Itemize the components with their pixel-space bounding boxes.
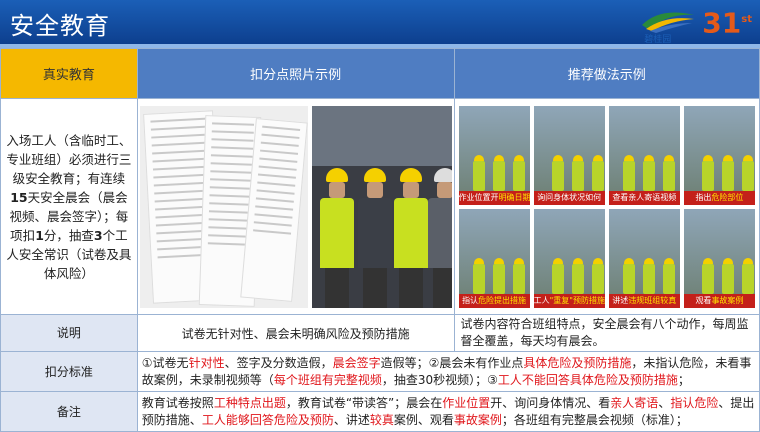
deduction-photos-cell: [136, 98, 455, 315]
criteria-text: ①试卷无针对性、签字及分数造假，晨会签字造假等；②晨会未有作业点具体危险及预防措…: [136, 351, 760, 392]
explain-deduction-text: 试卷无针对性、晨会未明确风险及预防措施: [136, 314, 455, 352]
exam-paper-photo: [139, 105, 308, 308]
col-header-deduction-photos: 扣分点照片示例: [136, 48, 455, 99]
logo-number: 31st: [702, 6, 752, 40]
explain-recommend-text: 试卷内容符合班组特点，安全晨会有八个动作，每周监督全覆盖，每天均有晨会。: [453, 314, 760, 352]
remark-label: 备注: [0, 391, 138, 432]
explain-label: 说明: [0, 314, 138, 352]
intro-cell: 入场工人（含临时工、专业班组）必须进行三级安全教育；有连续15天安全晨会（晨会视…: [0, 98, 138, 315]
logo-swoosh-icon: 碧桂园: [640, 7, 696, 45]
explain-row: 说明 试卷无针对性、晨会未明确风险及预防措施 试卷内容符合班组特点，安全晨会有八…: [0, 314, 760, 352]
recommend-tile-caption: 指出危险部位: [683, 190, 755, 205]
examples-row: 入场工人（含临时工、专业班组）必须进行三级安全教育；有连续15天安全晨会（晨会视…: [0, 98, 760, 315]
col-header-recommended: 推荐做法示例: [453, 48, 760, 99]
recommend-tile-caption: 作业位置开明确日期: [458, 190, 530, 205]
recommend-tile-caption: 查看亲人寄语视频: [608, 190, 680, 205]
education-table: 真实教育 扣分点照片示例 推荐做法示例 入场工人（含临时工、专业班组）必须进行三…: [0, 48, 760, 432]
col-header-real-education: 真实教育: [0, 48, 138, 99]
recommend-photo-tile: 指认危险提出措施: [458, 208, 530, 308]
recommended-photos-cell: 作业位置开明确日期 询问身体状况如何 查看亲人寄语视频 指出危险部位指认危险提出措施工…: [453, 98, 760, 315]
recommend-tile-caption: 询问身体状况如何: [533, 190, 605, 205]
header-bar: 安全教育 碧桂园 31st: [0, 0, 760, 45]
recommend-photo-tile: 指出危险部位: [683, 105, 755, 205]
company-logo: 碧桂园 31st: [640, 4, 752, 45]
morning-meeting-video-photo: [311, 105, 452, 308]
recommend-photo-tile: 查看亲人寄语视频: [608, 105, 680, 205]
recommend-tile-caption: 工人"重复"预防措施: [533, 293, 605, 308]
recommend-photo-tile: 询问身体状况如何: [533, 105, 605, 205]
criteria-label: 扣分标准: [0, 351, 138, 392]
criteria-row: 扣分标准 ①试卷无针对性、签字及分数造假，晨会签字造假等；②晨会未有作业点具体危…: [0, 351, 760, 392]
recommend-photo-tile: 作业位置开明确日期: [458, 105, 530, 205]
recommend-tile-caption: 观看事故案例: [683, 293, 755, 308]
header-row: 真实教育 扣分点照片示例 推荐做法示例: [0, 48, 760, 99]
recommend-photo-tile: 讲述违规班组较真: [608, 208, 680, 308]
page-title: 安全教育: [10, 12, 110, 40]
intro-text: 入场工人（含临时工、专业班组）必须进行三级安全教育；有连续15天安全晨会（晨会视…: [6, 132, 132, 281]
remark-row: 备注 教育试卷按照工种特点出题，教育试卷“带读答”；晨会在作业位置开、询问身体情…: [0, 391, 760, 432]
recommended-tiles: 作业位置开明确日期 询问身体状况如何 查看亲人寄语视频 指出危险部位指认危险提出措施工…: [455, 102, 759, 312]
recommend-tile-caption: 讲述违规班组较真: [608, 293, 680, 308]
recommend-tile-caption: 指认危险提出措施: [458, 293, 530, 308]
recommend-photo-tile: 观看事故案例: [683, 208, 755, 308]
recommend-photo-tile: 工人"重复"预防措施: [533, 208, 605, 308]
remark-text: 教育试卷按照工种特点出题，教育试卷“带读答”；晨会在作业位置开、询问身体情况、看…: [136, 391, 760, 432]
